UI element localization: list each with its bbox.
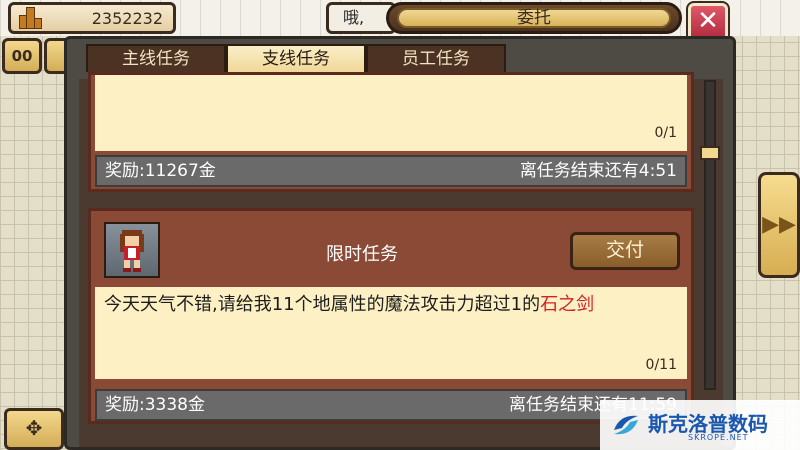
quest-progress: 0/1 (654, 125, 677, 141)
reward-label: 奖励:11267金 (105, 161, 216, 181)
tab-staff-quests[interactable]: 员工任务 (366, 44, 506, 72)
tab-side-quests[interactable]: 支线任务 (226, 44, 366, 72)
money-value: 2352232 (91, 8, 163, 28)
quest-title: 限时任务 (326, 244, 398, 265)
scrollbar-thumb[interactable] (700, 146, 720, 160)
watermark-logo-icon (614, 415, 638, 435)
quest-progress: 0/11 (645, 357, 677, 373)
reward-bar: 奖励:3338金 离任务结束还有11:59 (95, 389, 687, 421)
submit-button[interactable]: 交付 (570, 232, 680, 270)
watermark: 斯克洛普数码 SKROPE.NET (600, 400, 800, 450)
move-camera-button[interactable]: ✥ (4, 408, 64, 450)
reward-bar: 奖励:11267金 离任务结束还有4:51 (95, 155, 687, 187)
scrollbar-track[interactable] (704, 80, 716, 390)
building-icon (17, 7, 43, 29)
window-title-bar: 委托 (386, 2, 682, 34)
reward-label: 奖励:3338金 (105, 395, 205, 415)
next-page-button[interactable]: ▶▶ (758, 172, 800, 278)
client-portrait (104, 222, 160, 278)
quest-description-text: 今天天气不错,请给我11个地属性的魔法攻击力超过1的 (104, 294, 541, 315)
quest-card: 0/1 奖励:11267金 离任务结束还有4:51 (88, 72, 694, 192)
money-display: 2352232 (8, 2, 176, 34)
tab-main-quests[interactable]: 主线任务 (86, 44, 226, 72)
window-title: 委托 (397, 8, 671, 28)
quest-item-name: 石之剑 (540, 294, 595, 315)
quest-description: 今天天气不错,请给我11个地属性的魔法攻击力超过1的石之剑 (104, 290, 594, 316)
pause-button[interactable]: 00 (2, 38, 42, 74)
time-left-label: 离任务结束还有4:51 (519, 161, 677, 181)
quest-description-box: 0/1 (95, 75, 687, 151)
watermark-site: SKROPE.NET (688, 433, 749, 442)
character-sprite-icon (120, 230, 144, 272)
